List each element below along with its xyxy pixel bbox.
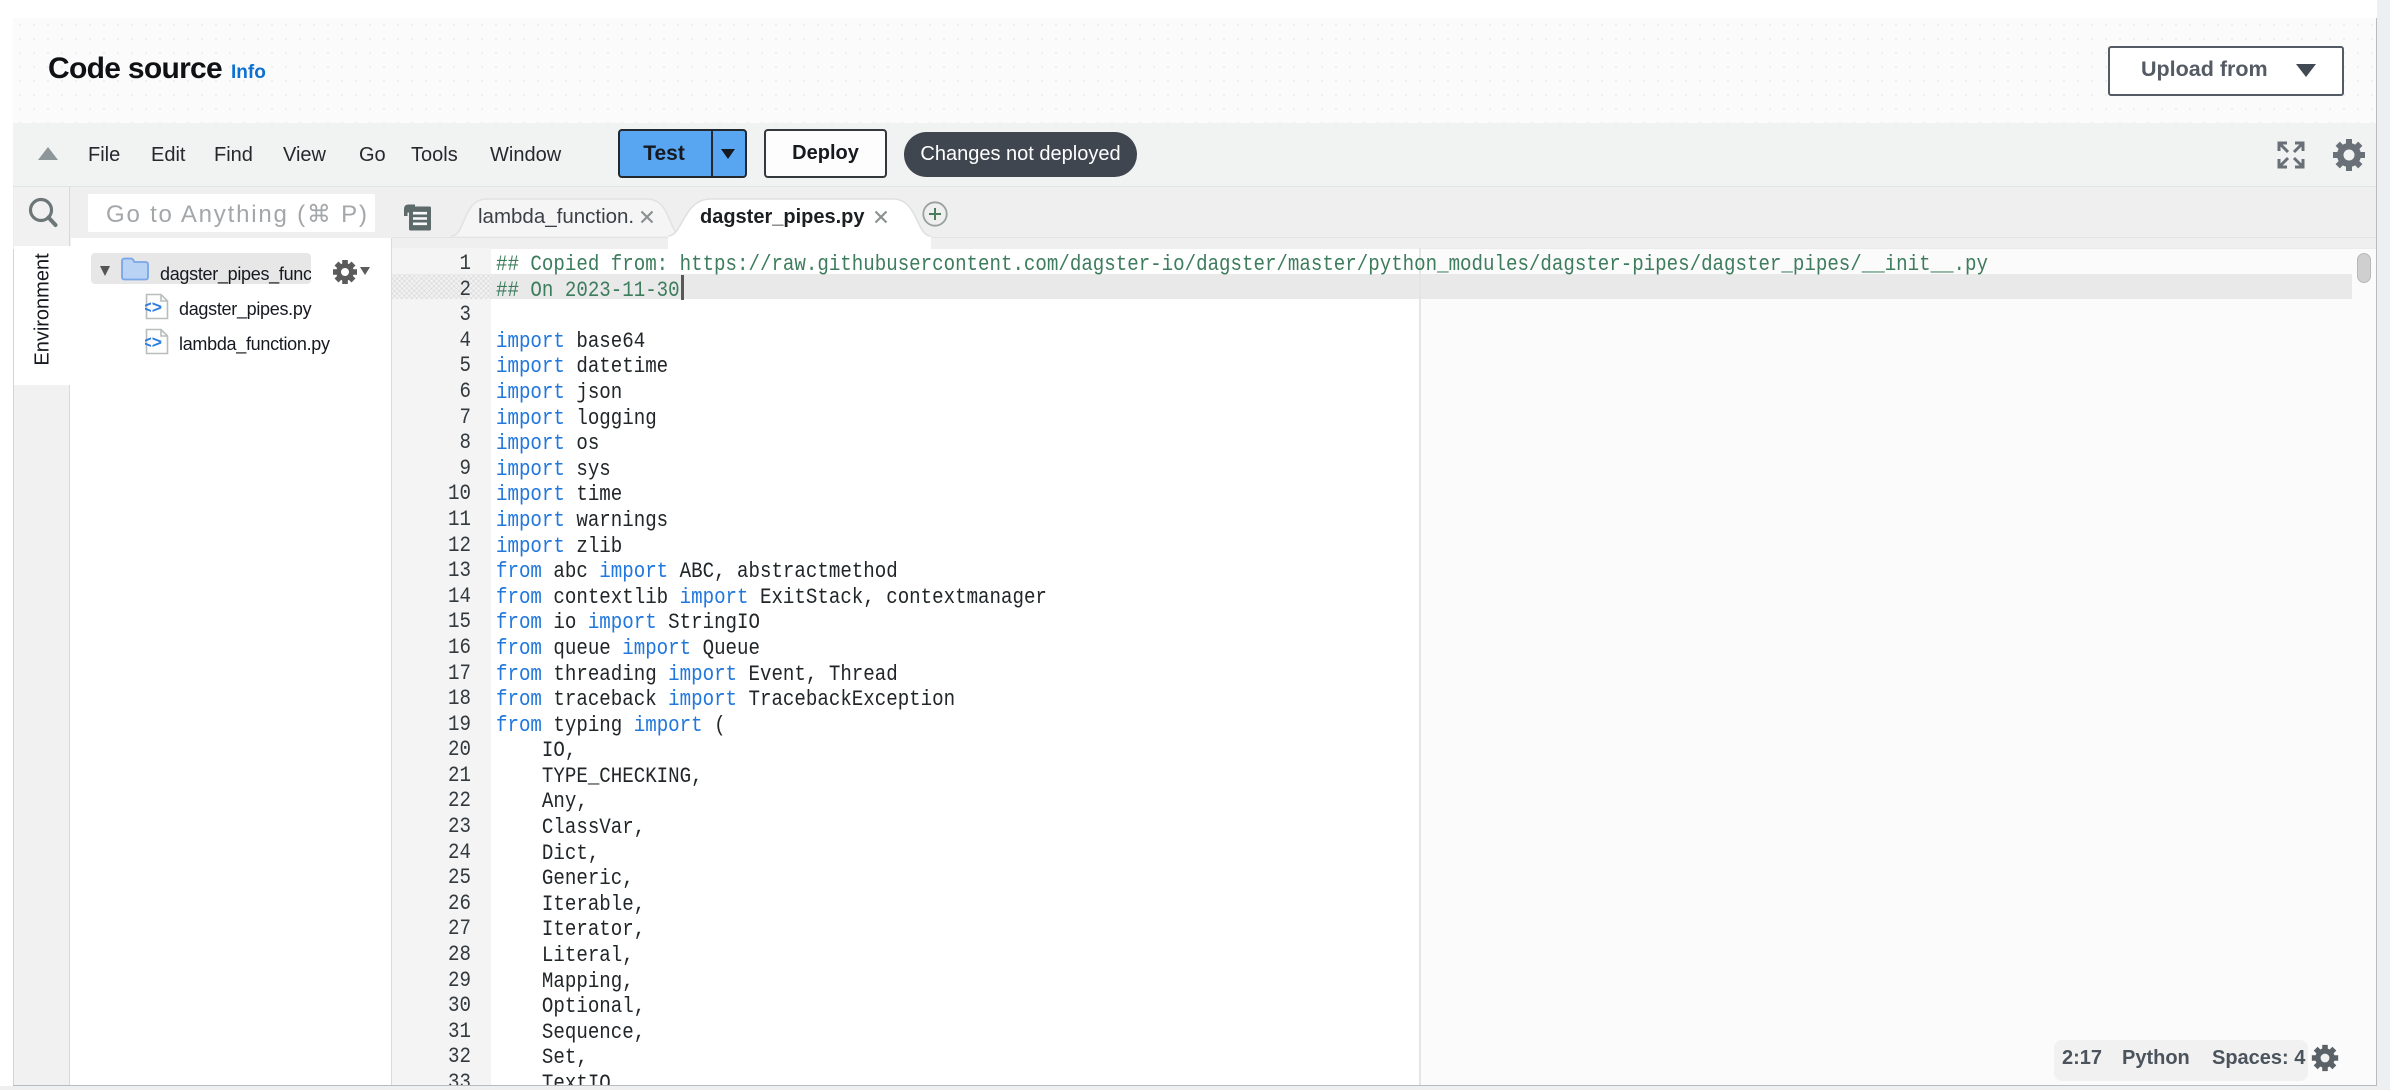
svg-text:<>: <> [145,332,162,352]
svg-text:<>: <> [145,297,162,317]
